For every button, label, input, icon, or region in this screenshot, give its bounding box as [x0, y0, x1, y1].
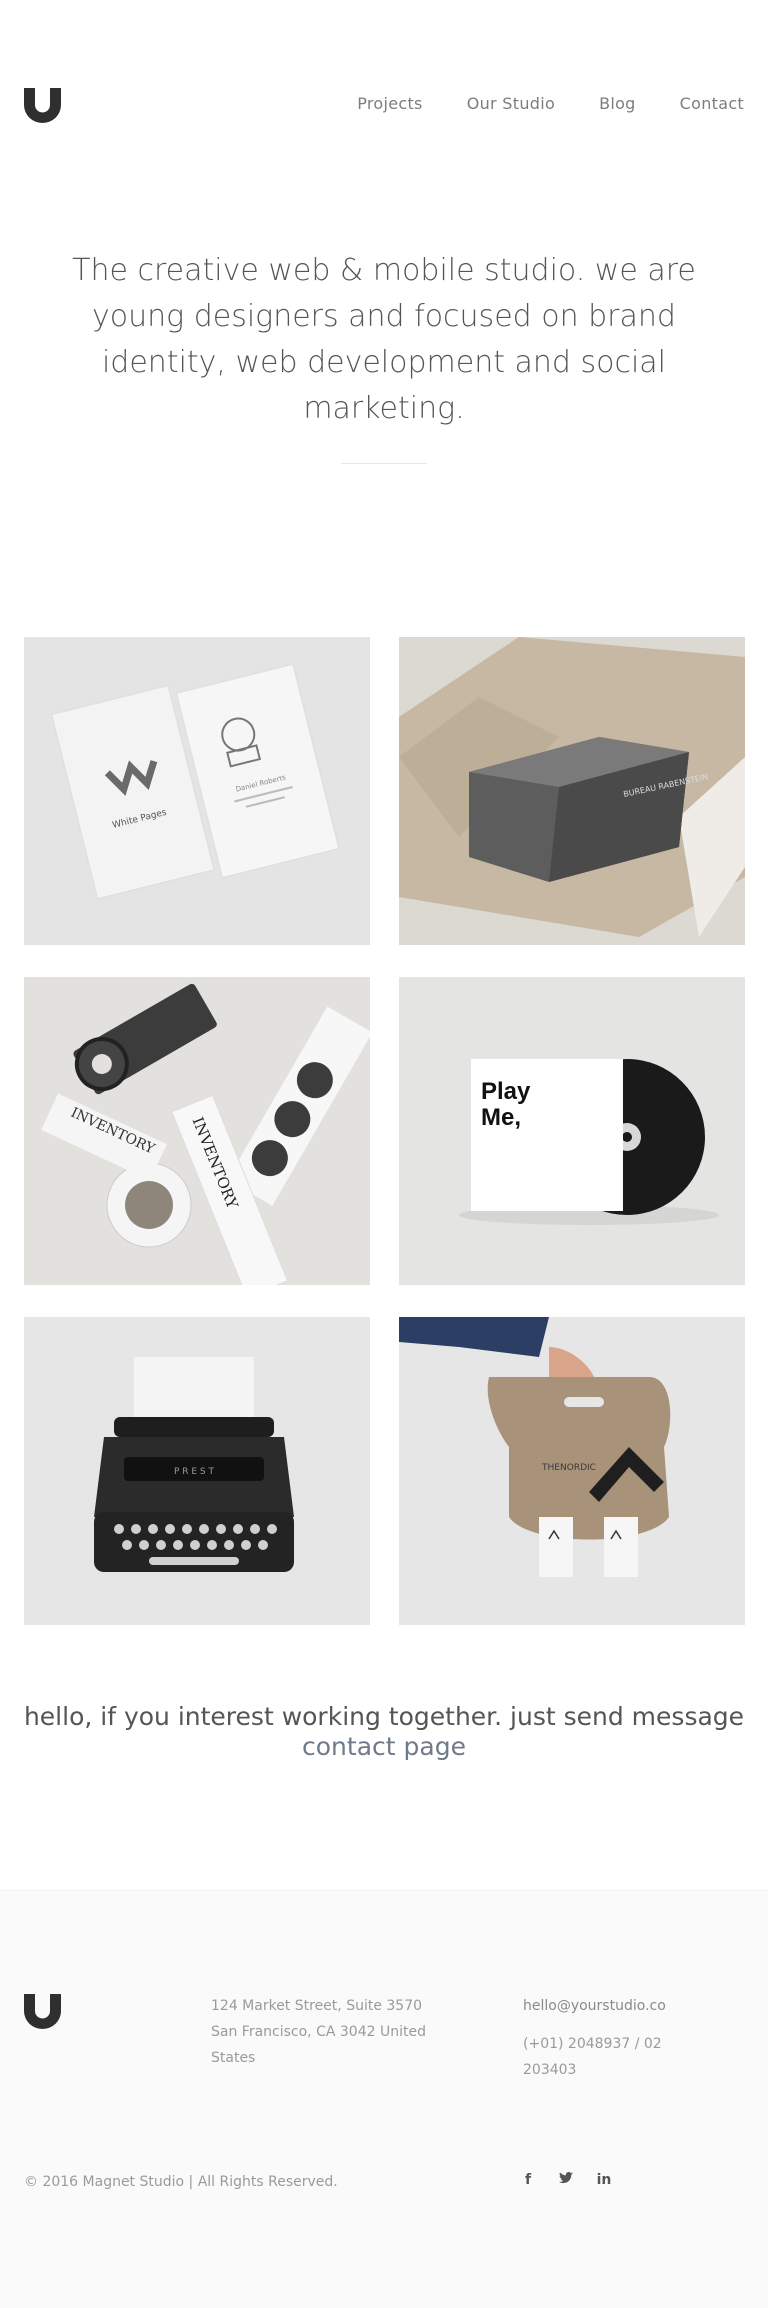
- contact-cta: hello, if you interest working together.…: [0, 1702, 768, 1762]
- hero-tagline: The creative web & mobile studio. we are…: [72, 253, 696, 426]
- hero-divider: [341, 463, 427, 464]
- portfolio-item-cd-sleeve[interactable]: Play Me,: [399, 977, 745, 1285]
- cta-text: hello, if you interest working together.…: [23, 1702, 745, 1731]
- contact-page-link[interactable]: contact page: [302, 1732, 466, 1761]
- site-header: Projects Our Studio Blog Contact: [0, 0, 768, 210]
- footer-email-link[interactable]: hello@yourstudio.co: [523, 1993, 666, 2019]
- twitter-icon[interactable]: [558, 2172, 574, 2188]
- nav-projects[interactable]: Projects: [357, 94, 422, 113]
- magnet-logo-icon[interactable]: [24, 1994, 61, 2029]
- cd-title-line2: Me,: [481, 1104, 521, 1131]
- main-nav: Projects Our Studio Blog Contact: [357, 94, 744, 113]
- carrier-label: THENORDIC: [541, 1463, 596, 1473]
- footer-copyright: © 2016 Magnet Studio | All Rights Reserv…: [24, 2174, 338, 2190]
- cd-title-line1: Play: [481, 1078, 531, 1105]
- site-footer: 124 Market Street, Suite 3570 San Franci…: [0, 1891, 768, 2308]
- social-links: f in: [520, 2172, 612, 2188]
- portfolio-item-sticker-rolls[interactable]: INVENTORY INVENTORY: [24, 977, 370, 1285]
- nav-contact[interactable]: Contact: [680, 94, 744, 113]
- portfolio-item-business-cards[interactable]: White Pages Daniel Roberts: [24, 637, 370, 945]
- footer-phone: (+01) 2048937 / 02 203403: [523, 2036, 662, 2078]
- portfolio-item-cup-carrier[interactable]: THENORDIC: [399, 1317, 745, 1625]
- footer-address: 124 Market Street, Suite 3570 San Franci…: [211, 1998, 426, 2066]
- nav-our-studio[interactable]: Our Studio: [467, 94, 555, 113]
- portfolio-item-typewriter[interactable]: P R E S T: [24, 1317, 370, 1625]
- magnet-logo-icon[interactable]: [24, 88, 61, 123]
- facebook-icon[interactable]: f: [520, 2172, 536, 2188]
- typewriter-brand: P R E S T: [174, 1467, 215, 1477]
- linkedin-icon[interactable]: in: [596, 2172, 612, 2188]
- portfolio-item-packaging-box[interactable]: BUREAU RABENSTEIN: [399, 637, 745, 945]
- nav-blog[interactable]: Blog: [599, 94, 636, 113]
